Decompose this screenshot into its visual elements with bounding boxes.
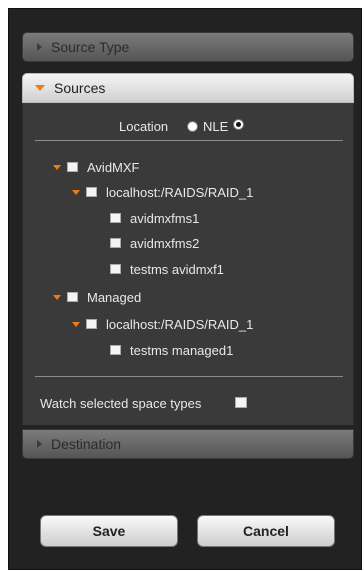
tree-item-label: avidmxfms1 [130, 210, 200, 226]
checkbox[interactable] [67, 162, 78, 172]
tree-item-avidmxfms1[interactable]: avidmxfms1 [110, 209, 199, 227]
sources-header[interactable]: Sources [22, 73, 354, 103]
chevron-right-icon [37, 440, 42, 448]
expand-arrow-icon[interactable] [72, 321, 80, 327]
destination-label: Destination [51, 436, 122, 452]
tree-item-avidmxf-raid[interactable]: localhost:/RAIDS/RAID_1 [72, 183, 253, 201]
source-type-header[interactable]: Source Type [22, 32, 354, 62]
checkbox[interactable] [67, 292, 78, 302]
tree-item-label: testms avidmxf1 [130, 261, 224, 277]
checkbox[interactable] [110, 345, 121, 355]
chevron-down-icon [35, 85, 45, 91]
tree-item-avidmxf[interactable]: AvidMXF [53, 158, 140, 176]
tree-item-label: Managed [87, 289, 142, 305]
tree-item-avidmxfms2[interactable]: avidmxfms2 [110, 234, 199, 252]
chevron-right-icon [37, 43, 42, 51]
save-button[interactable]: Save [40, 515, 178, 547]
sources-body: Location NLE AvidMXF localhost:/RAIDS/RA… [22, 103, 354, 425]
checkbox[interactable] [86, 187, 97, 197]
tree-item-label: testms managed1 [130, 342, 234, 358]
checkbox[interactable] [110, 238, 121, 248]
checkbox[interactable] [110, 213, 121, 223]
nle-label: NLE [203, 119, 229, 134]
sources-label: Sources [54, 80, 106, 96]
expand-arrow-icon[interactable] [72, 189, 80, 195]
watch-label: Watch selected space types [40, 396, 202, 411]
tree-item-label: localhost:/RAIDS/RAID_1 [106, 184, 254, 200]
expand-arrow-icon[interactable] [53, 164, 61, 170]
checkbox[interactable] [86, 319, 97, 329]
tree-item-managed[interactable]: Managed [53, 288, 141, 306]
tree-item-label: localhost:/RAIDS/RAID_1 [106, 316, 254, 332]
tree-item-testms-avidmxf1[interactable]: testms avidmxf1 [110, 260, 224, 278]
checkbox[interactable] [110, 264, 121, 274]
destination-header[interactable]: Destination [22, 429, 354, 459]
tree-item-label: AvidMXF [87, 159, 140, 175]
expand-arrow-icon[interactable] [53, 294, 61, 300]
watch-checkbox[interactable] [235, 397, 247, 408]
divider [35, 140, 343, 141]
divider [35, 376, 343, 377]
tree-item-testms-managed1[interactable]: testms managed1 [110, 341, 233, 359]
tree-item-label: avidmxfms2 [130, 235, 200, 251]
nle-radio[interactable] [233, 119, 244, 130]
location-label: Location [119, 119, 169, 134]
tree-item-managed-raid[interactable]: localhost:/RAIDS/RAID_1 [72, 315, 253, 333]
cancel-button[interactable]: Cancel [197, 515, 335, 547]
location-radio[interactable] [187, 121, 198, 132]
source-type-label: Source Type [51, 39, 130, 55]
